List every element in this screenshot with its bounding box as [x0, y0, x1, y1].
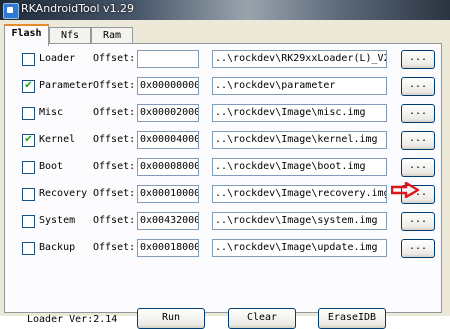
- partition-row-parameter: ✔ Parameter Offset: 0x00000000 ..\rockdev\pa…: [5, 76, 441, 96]
- path-field[interactable]: ..\rockdev\Image\kernel.img: [212, 131, 387, 149]
- partition-row-system: System Offset: 0x00432000 ..\rockdev\Image\…: [5, 211, 441, 231]
- offset-label: Offset:: [93, 80, 136, 91]
- flash-panel: Loader Offset: ..\rockdev\RK29xxLoader(L)_…: [4, 43, 442, 329]
- checkbox-boot[interactable]: [22, 161, 35, 174]
- offset-label: Offset:: [93, 134, 136, 145]
- checkbox-system[interactable]: [22, 215, 35, 228]
- row-label: Loader: [39, 53, 76, 64]
- partition-row-recovery: Recovery Offset: 0x00010000 ..\rockdev\Imag…: [5, 184, 441, 204]
- browse-button[interactable]: ...: [401, 131, 435, 150]
- partition-row-backup: Backup Offset: 0x00018000 ..\rockdev\Image\…: [5, 238, 441, 258]
- path-field[interactable]: ..\rockdev\Image\misc.img: [212, 104, 387, 122]
- path-field[interactable]: ..\rockdev\Image\recovery.img: [212, 185, 387, 203]
- browse-button[interactable]: ...: [401, 239, 435, 258]
- title-bar[interactable]: RKAndroidTool v1.29: [0, 0, 450, 20]
- offset-label: Offset:: [93, 188, 136, 199]
- path-field[interactable]: ..\rockdev\Image\boot.img: [212, 158, 387, 176]
- checkbox-kernel[interactable]: ✔: [22, 134, 35, 147]
- row-label: Recovery: [39, 188, 88, 199]
- tab-ram[interactable]: Ram: [91, 27, 133, 44]
- path-field[interactable]: ..\rockdev\Image\system.img: [212, 212, 387, 230]
- row-label: Parameter: [39, 80, 94, 91]
- offset-label: Offset:: [93, 242, 136, 253]
- offset-field[interactable]: [137, 50, 199, 68]
- checkbox-loader[interactable]: [22, 53, 35, 66]
- offset-field[interactable]: 0x00008000: [137, 158, 199, 176]
- checkbox-parameter[interactable]: ✔: [22, 80, 35, 93]
- row-label: Boot: [39, 161, 64, 172]
- offset-field[interactable]: 0x00004000: [137, 131, 199, 149]
- offset-field[interactable]: 0x00000000: [137, 77, 199, 95]
- row-label: Kernel: [39, 134, 76, 145]
- partition-row-boot: Boot Offset: 0x00008000 ..\rockdev\Image\bo…: [5, 157, 441, 177]
- row-label: Backup: [39, 242, 76, 253]
- browse-button[interactable]: ...: [401, 212, 435, 231]
- clear-button[interactable]: Clear: [228, 308, 296, 329]
- tab-nfs[interactable]: Nfs: [49, 27, 91, 44]
- checkbox-misc[interactable]: [22, 107, 35, 120]
- path-field[interactable]: ..\rockdev\RK29xxLoader(L)_V2.14.: [212, 50, 387, 68]
- browse-button[interactable]: ...: [401, 77, 435, 96]
- tab-flash[interactable]: Flash: [4, 24, 49, 46]
- window-title: RKAndroidTool v1.29: [21, 2, 135, 15]
- partition-row-loader: Loader Offset: ..\rockdev\RK29xxLoader(L)_…: [5, 49, 441, 69]
- browse-button[interactable]: ...: [401, 158, 435, 177]
- path-field[interactable]: ..\rockdev\parameter: [212, 77, 387, 95]
- browse-button[interactable]: ...: [401, 104, 435, 123]
- offset-label: Offset:: [93, 107, 136, 118]
- main-window: Flash Nfs Ram Loader Offset: ..\rockdev\RK…: [0, 20, 450, 329]
- checkbox-backup[interactable]: [22, 242, 35, 255]
- partition-row-kernel: ✔ Kernel Offset: 0x00004000 ..\rockdev\Image…: [5, 130, 441, 150]
- offset-label: Offset:: [93, 215, 136, 226]
- checkbox-recovery[interactable]: [22, 188, 35, 201]
- run-button[interactable]: Run: [137, 308, 205, 329]
- offset-field[interactable]: 0x00018000: [137, 239, 199, 257]
- offset-field[interactable]: 0x00432000: [137, 212, 199, 230]
- path-field[interactable]: ..\rockdev\Image\update.img: [212, 239, 387, 257]
- offset-field[interactable]: 0x00010000: [137, 185, 199, 203]
- partition-row-misc: Misc Offset: 0x00002000 ..\rockdev\Image\mi…: [5, 103, 441, 123]
- row-label: Misc: [39, 107, 64, 118]
- offset-field[interactable]: 0x00002000: [137, 104, 199, 122]
- offset-label: Offset:: [93, 161, 136, 172]
- offset-label: Offset:: [93, 53, 136, 64]
- erase-idb-button[interactable]: EraseIDB: [318, 308, 386, 329]
- browse-button[interactable]: ...: [401, 50, 435, 69]
- red-arrow-icon: [391, 182, 419, 198]
- row-label: System: [39, 215, 76, 226]
- app-icon: [3, 3, 19, 19]
